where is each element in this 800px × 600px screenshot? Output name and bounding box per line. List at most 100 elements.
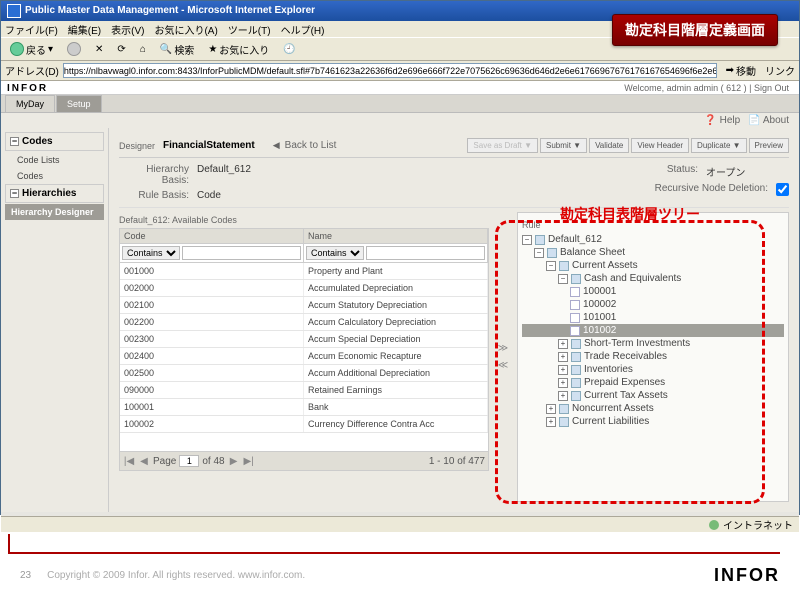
sidebar-codes-header[interactable]: −Codes xyxy=(5,132,104,151)
tree-balance-sheet[interactable]: −Balance Sheet xyxy=(522,246,784,259)
move-left[interactable]: ≪ xyxy=(498,360,508,371)
folder-icon xyxy=(559,261,569,271)
preview-button[interactable]: Preview xyxy=(749,138,789,153)
sidebar-code-lists[interactable]: Code Lists xyxy=(5,152,104,168)
tab-myday[interactable]: MyDay xyxy=(5,95,55,112)
table-row[interactable]: 100002Currency Difference Contra Acc xyxy=(120,416,488,433)
minus-icon: − xyxy=(546,261,556,271)
annotation-badge: 勘定科目階層定義画面 xyxy=(612,14,778,46)
stop-button[interactable]: ✕ xyxy=(90,40,108,58)
pager-next[interactable]: ▶ xyxy=(228,456,240,467)
welcome-text[interactable]: Welcome, admin admin ( 612 ) | Sign Out xyxy=(624,83,789,93)
code-filter-op[interactable]: Contains xyxy=(122,246,180,260)
table-row[interactable]: 002200Accum Calculatory Depreciation xyxy=(120,314,488,331)
view-header-button[interactable]: View Header xyxy=(631,138,689,153)
table-row[interactable]: 002400Accum Economic Recapture xyxy=(120,348,488,365)
available-codes-panel: Default_612: Available Codes Code Name C… xyxy=(119,212,489,502)
folder-icon xyxy=(535,235,545,245)
pager-last[interactable]: ▶| xyxy=(243,456,255,467)
tab-setup[interactable]: Setup xyxy=(56,95,102,112)
folder-icon xyxy=(571,339,581,349)
help-link[interactable]: ❓ Help xyxy=(704,115,740,126)
page-header: Designer FinancialStatement ◀ Back to Li… xyxy=(119,134,789,158)
sidebar-hierarchies-header[interactable]: −Hierarchies xyxy=(5,184,104,203)
pager-first[interactable]: |◀ xyxy=(123,456,135,467)
sidebar-codes[interactable]: Codes xyxy=(5,168,104,184)
tree-current-assets[interactable]: −Current Assets xyxy=(522,259,784,272)
history-button[interactable]: 🕘 xyxy=(278,40,300,58)
menu-tools[interactable]: ツール(T) xyxy=(228,22,271,37)
tree-leaf[interactable]: 100002 xyxy=(522,298,784,311)
table-row[interactable]: 002000Accumulated Depreciation xyxy=(120,280,488,297)
tree-sibling[interactable]: +Short-Term Investments xyxy=(522,337,784,350)
home-button[interactable]: ⌂ xyxy=(135,40,151,58)
about-link[interactable]: 📄 About xyxy=(748,115,789,126)
meta-block: Hierarchy Basis:Default_612 Rule Basis:C… xyxy=(119,158,789,208)
status-value: オープン xyxy=(706,164,745,179)
table-row[interactable]: 002500Accum Additional Depreciation xyxy=(120,365,488,382)
table-row[interactable]: 100001Bank xyxy=(120,399,488,416)
folder-icon xyxy=(571,391,581,401)
code-filter-input[interactable] xyxy=(182,246,301,260)
table-row[interactable]: 002300Accum Special Depreciation xyxy=(120,331,488,348)
rule-basis-value: Code xyxy=(197,190,221,201)
menu-fav[interactable]: お気に入り(A) xyxy=(154,22,217,37)
submit-button[interactable]: Submit ▼ xyxy=(540,138,587,153)
back-to-list[interactable]: ◀ Back to List xyxy=(273,140,337,151)
hierarchy-basis-label: Hierarchy Basis: xyxy=(119,164,189,186)
tree-sibling[interactable]: +Trade Receivables xyxy=(522,350,784,363)
minus-icon: − xyxy=(522,235,532,245)
minus-icon: − xyxy=(558,274,568,284)
tree-leaf-selected[interactable]: 101002 xyxy=(522,324,784,337)
tree-sibling[interactable]: +Current Tax Assets xyxy=(522,389,784,402)
back-button[interactable]: 戻る ▾ xyxy=(5,40,58,58)
menu-edit[interactable]: 編集(E) xyxy=(68,22,101,37)
menu-help[interactable]: ヘルプ(H) xyxy=(281,22,325,37)
table-row[interactable]: 002100Accum Statutory Depreciation xyxy=(120,297,488,314)
main-tabs: MyDay Setup xyxy=(1,95,799,113)
links-label[interactable]: リンク xyxy=(765,63,795,78)
tree-leaf[interactable]: 101001 xyxy=(522,311,784,324)
duplicate-button[interactable]: Duplicate ▼ xyxy=(691,138,747,153)
tree-cash-equivalents[interactable]: −Cash and Equivalents xyxy=(522,272,784,285)
name-filter-op[interactable]: Contains xyxy=(306,246,364,260)
go-button[interactable]: ➡ 移動 xyxy=(721,62,761,80)
plus-icon: + xyxy=(546,417,556,427)
designer-label: Designer xyxy=(119,141,155,151)
forward-button[interactable] xyxy=(62,40,86,58)
col-name[interactable]: Name xyxy=(304,229,488,243)
sidebar-hierarchy-designer[interactable]: Hierarchy Designer xyxy=(5,204,104,220)
menu-view[interactable]: 表示(V) xyxy=(111,22,144,37)
tree-sibling[interactable]: +Prepaid Expenses xyxy=(522,376,784,389)
status-label: Status: xyxy=(648,164,698,179)
tree-sibling[interactable]: +Inventories xyxy=(522,363,784,376)
filter-row: Contains Contains xyxy=(119,243,489,262)
name-filter-input[interactable] xyxy=(366,246,485,260)
validate-button[interactable]: Validate xyxy=(589,138,629,153)
pager-prev[interactable]: ◀ xyxy=(138,456,150,467)
table-row[interactable]: 090000Retained Earnings xyxy=(120,382,488,399)
tree-root[interactable]: −Default_612 xyxy=(522,233,784,246)
menu-file[interactable]: ファイル(F) xyxy=(5,22,58,37)
folder-icon xyxy=(571,365,581,375)
pager-current[interactable] xyxy=(179,455,199,467)
available-codes-title: Default_612: Available Codes xyxy=(119,212,489,228)
pager: |◀ ◀ Page of 48 ▶ ▶| 1 - 10 of 477 xyxy=(119,452,489,471)
recursive-delete-checkbox[interactable] xyxy=(776,183,789,196)
move-buttons: ≫ ≪ xyxy=(493,212,513,502)
tree-current-liabilities[interactable]: +Current Liabilities xyxy=(522,415,784,428)
search-button[interactable]: 🔍 検索 xyxy=(155,40,199,58)
tree-leaf[interactable]: 100001 xyxy=(522,285,784,298)
favorites-button[interactable]: ★ お気に入り xyxy=(203,40,274,58)
main-panel: Designer FinancialStatement ◀ Back to Li… xyxy=(109,128,799,512)
rule-basis-label: Rule Basis: xyxy=(119,190,189,201)
col-code[interactable]: Code xyxy=(120,229,304,243)
table-row[interactable]: 001000Property and Plant xyxy=(120,263,488,280)
refresh-button[interactable]: ⟳ xyxy=(112,40,130,58)
tree-noncurrent-assets[interactable]: +Noncurrent Assets xyxy=(522,402,784,415)
save-draft-button[interactable]: Save as Draft ▼ xyxy=(467,138,538,153)
move-right[interactable]: ≫ xyxy=(498,343,508,354)
slide-footer: 23 Copyright © 2009 Infor. All rights re… xyxy=(0,550,800,600)
copyright: Copyright © 2009 Infor. All rights reser… xyxy=(47,570,305,581)
address-input[interactable] xyxy=(63,63,717,78)
